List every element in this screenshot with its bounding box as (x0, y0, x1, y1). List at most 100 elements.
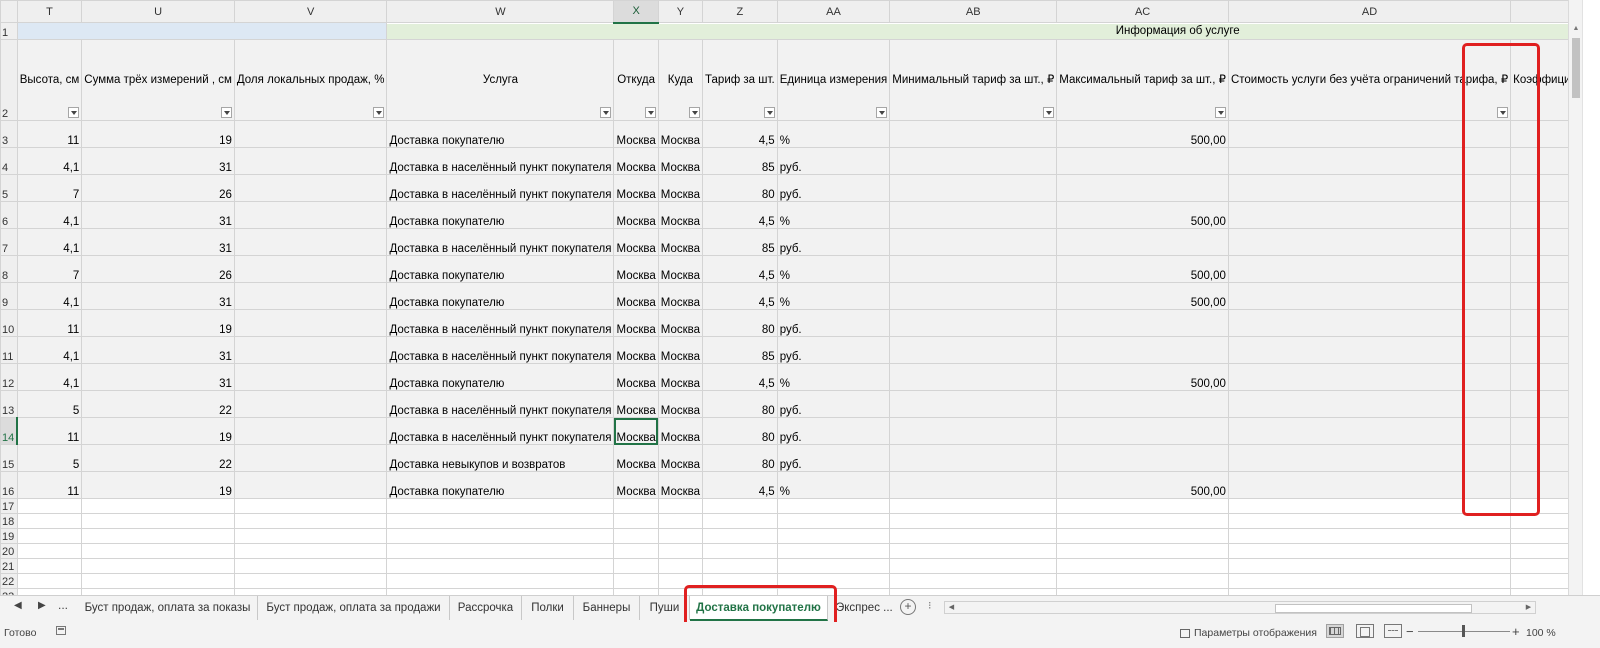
page-break-view-icon[interactable] (1384, 624, 1402, 638)
vertical-scrollbar[interactable]: ▲ ▼ (1568, 0, 1583, 609)
column-header-cell[interactable]: Тариф за шт. (702, 39, 778, 121)
empty-cell[interactable] (613, 528, 659, 544)
empty-cell[interactable] (1510, 558, 1568, 574)
column-header-cell[interactable]: Минимальный тариф за шт., ₽ (889, 39, 1058, 121)
empty-cell[interactable] (1227, 558, 1512, 574)
row-header[interactable]: 15 (0, 444, 18, 472)
empty-cell[interactable] (16, 498, 83, 514)
table-cell[interactable] (889, 174, 1058, 202)
table-cell[interactable] (1056, 336, 1229, 364)
table-cell[interactable]: руб. (776, 228, 891, 256)
table-cell[interactable]: руб. (776, 309, 891, 337)
table-cell[interactable]: 85 (702, 147, 778, 175)
empty-cell[interactable] (81, 513, 235, 529)
table-cell[interactable]: Доставка в населённый пункт покупателя (386, 174, 615, 202)
table-cell[interactable]: 31 (81, 201, 235, 229)
sheet-tab[interactable]: Экспрес ... (830, 596, 896, 620)
empty-cell[interactable] (1227, 543, 1512, 559)
table-cell[interactable] (1056, 444, 1229, 472)
table-cell[interactable]: Москва (613, 471, 659, 499)
macro-record-icon[interactable] (56, 626, 66, 635)
empty-cell[interactable] (613, 558, 659, 574)
horizontal-scroll-thumb[interactable] (1275, 604, 1472, 613)
table-cell[interactable] (233, 309, 388, 337)
table-cell[interactable] (233, 201, 388, 229)
table-cell[interactable]: Доставка покупателю (386, 201, 615, 229)
sheet-tab[interactable]: Рассрочка (450, 596, 522, 620)
column-header-cell[interactable]: Максимальный тариф за шт., ₽ (1056, 39, 1229, 121)
empty-cell[interactable] (889, 558, 1058, 574)
table-cell[interactable]: 19 (81, 417, 235, 445)
table-cell[interactable]: Москва (613, 255, 659, 283)
table-cell[interactable]: 11 (16, 309, 83, 337)
empty-cell[interactable] (233, 498, 388, 514)
row-header[interactable]: 18 (0, 513, 18, 529)
column-header-ac[interactable]: AC (1056, 0, 1229, 23)
row-header[interactable]: 19 (0, 528, 18, 544)
table-cell[interactable]: 4,1 (16, 228, 83, 256)
empty-cell[interactable] (1510, 543, 1568, 559)
table-cell[interactable] (889, 363, 1058, 391)
empty-cell[interactable] (889, 543, 1058, 559)
table-cell[interactable]: 4,5 (702, 255, 778, 283)
table-cell[interactable]: руб. (776, 336, 891, 364)
table-cell[interactable] (233, 417, 388, 445)
table-cell[interactable] (233, 444, 388, 472)
table-cell[interactable]: 500,00 (1056, 471, 1229, 499)
table-cell[interactable] (889, 444, 1058, 472)
filter-dropdown-icon[interactable] (1214, 107, 1226, 118)
empty-cell[interactable] (16, 543, 83, 559)
column-header-cell[interactable]: Куда (657, 39, 704, 121)
table-cell[interactable]: 4,5 (702, 282, 778, 310)
section-title-service-info[interactable]: Информация об услуге (386, 22, 1568, 40)
empty-cell[interactable] (81, 543, 235, 559)
empty-cell[interactable] (889, 573, 1058, 589)
empty-cell[interactable] (657, 528, 704, 544)
filter-dropdown-icon[interactable] (600, 107, 612, 118)
table-cell[interactable]: Доставка в населённый пункт покупателя (386, 309, 615, 337)
empty-cell[interactable] (702, 498, 778, 514)
sheet-tab[interactable]: Буст продаж, оплата за показы (78, 596, 258, 620)
row-header[interactable]: 14 (0, 417, 19, 445)
display-settings-button[interactable]: Параметры отображения (1180, 627, 1317, 639)
empty-cell[interactable] (386, 498, 615, 514)
table-cell[interactable]: Москва (613, 417, 659, 445)
table-cell[interactable] (233, 255, 388, 283)
table-cell[interactable] (233, 282, 388, 310)
table-cell[interactable]: % (776, 471, 891, 499)
table-cell[interactable] (233, 147, 388, 175)
table-cell[interactable]: Москва (657, 228, 704, 256)
row-header[interactable]: 11 (0, 336, 18, 364)
empty-cell[interactable] (657, 513, 704, 529)
table-cell[interactable]: 11 (16, 417, 83, 445)
table-cell[interactable]: % (776, 201, 891, 229)
table-cell[interactable]: 4,1 (16, 201, 83, 229)
row-header[interactable]: 13 (0, 390, 18, 418)
table-cell[interactable]: Москва (613, 120, 659, 148)
table-cell[interactable]: Москва (657, 417, 704, 445)
empty-cell[interactable] (1056, 543, 1229, 559)
table-cell[interactable]: 19 (81, 309, 235, 337)
row-header[interactable]: 4 (0, 147, 18, 175)
column-header-cell[interactable]: Откуда (613, 39, 659, 121)
empty-cell[interactable] (657, 543, 704, 559)
table-cell[interactable]: 4,5 (702, 363, 778, 391)
column-header-t[interactable]: T (16, 0, 83, 23)
empty-cell[interactable] (81, 498, 235, 514)
table-cell[interactable]: 4,1 (16, 147, 83, 175)
zoom-slider-handle[interactable] (1462, 625, 1465, 637)
table-cell[interactable]: % (776, 255, 891, 283)
table-cell[interactable]: Москва (657, 282, 704, 310)
zoom-in-button[interactable]: + (1512, 624, 1520, 639)
sheet-tab[interactable]: Буст продаж, оплата за продажи (258, 596, 450, 620)
table-cell[interactable]: Москва (657, 336, 704, 364)
sheet-tab[interactable]: Полки (522, 596, 574, 620)
table-cell[interactable]: 31 (81, 336, 235, 364)
empty-cell[interactable] (233, 543, 388, 559)
table-cell[interactable] (889, 120, 1058, 148)
table-cell[interactable]: Москва (613, 282, 659, 310)
tab-splitter-icon[interactable]: ⁝ (928, 599, 932, 612)
table-cell[interactable]: Москва (657, 309, 704, 337)
empty-cell[interactable] (613, 498, 659, 514)
table-cell[interactable]: % (776, 363, 891, 391)
